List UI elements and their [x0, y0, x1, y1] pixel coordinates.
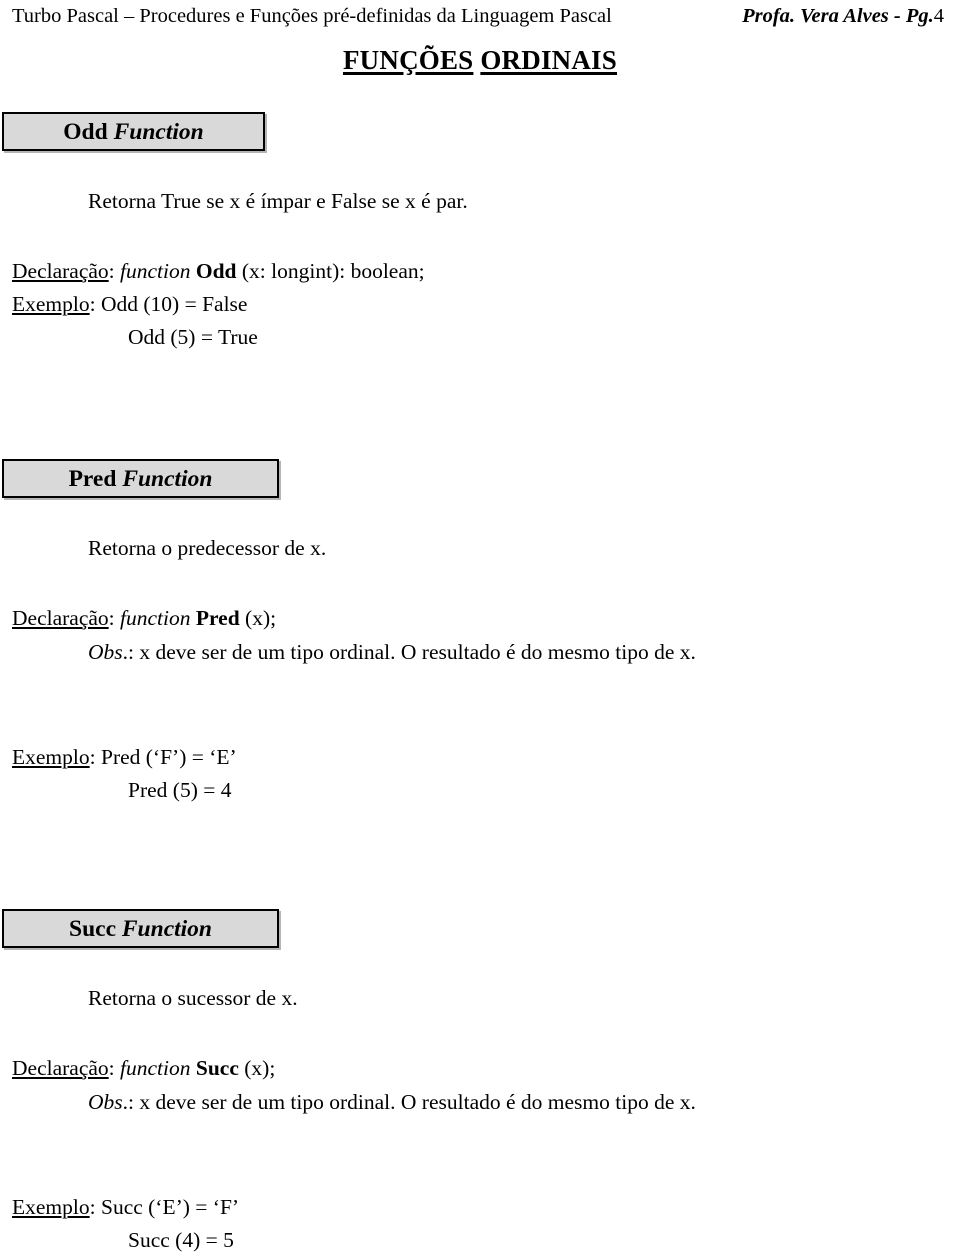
odd-example-line-1: Exemplo: Odd (10) = False — [12, 291, 247, 317]
function-name-succ: Succ — [69, 915, 116, 942]
succ-example-colon: : — [89, 1195, 101, 1219]
odd-declaration-signature: (x: longint): boolean; — [241, 259, 425, 283]
page-title-word-1: FUNÇÕES — [342, 45, 474, 75]
odd-declaration-name: Odd — [195, 259, 237, 283]
pred-example-label: Exemplo — [12, 745, 90, 769]
section-heading-label: Pred Function — [69, 466, 213, 492]
pred-declaration-keyword: function — [120, 606, 191, 630]
succ-declaration-label: Declaração — [12, 1056, 109, 1080]
section-heading-box-succ: Succ Function — [2, 909, 279, 948]
odd-example-colon: : — [89, 292, 101, 316]
succ-declaration-colon: : — [108, 1056, 121, 1080]
header-author: Profa. Vera Alves - Pg. — [742, 5, 934, 27]
succ-example-label: Exemplo — [12, 1195, 90, 1219]
succ-declaration-name: Succ — [195, 1056, 239, 1080]
pred-declaration-label: Declaração — [12, 606, 109, 630]
succ-example-line-1: Exemplo: Succ (‘E’) = ‘F’ — [12, 1194, 239, 1220]
function-name-odd: Odd — [63, 118, 108, 145]
odd-declaration-colon: : — [108, 259, 121, 283]
odd-example-line-2: Odd (5) = True — [128, 325, 258, 349]
succ-declaration-keyword: function — [120, 1056, 191, 1080]
odd-declaration-label: Declaração — [12, 259, 109, 283]
pred-description: Retorna o predecessor de x. — [88, 536, 327, 560]
succ-note-line: Obs.: x deve ser de um tipo ordinal. O r… — [88, 1089, 960, 1115]
succ-declaration-line: Declaração: function Succ (x); — [12, 1055, 275, 1081]
pred-note-line: Obs.: x deve ser de um tipo ordinal. O r… — [88, 639, 960, 665]
page-header: Turbo Pascal – Procedures e Funções pré-… — [0, 0, 960, 34]
succ-example-line-2: Succ (4) = 5 — [128, 1228, 234, 1252]
pred-declaration-colon: : — [108, 606, 121, 630]
pred-declaration-line: Declaração: function Pred (x); — [12, 605, 276, 631]
succ-note-label: Obs — [88, 1090, 123, 1114]
pred-note-label: Obs — [88, 640, 123, 664]
succ-note-text: .: x deve ser de um tipo ordinal. O resu… — [122, 1090, 696, 1114]
pred-example-value-1: Pred (‘F’) = ‘E’ — [100, 745, 237, 769]
pred-example-line-2: Pred (5) = 4 — [128, 778, 232, 802]
succ-declaration-signature: (x); — [244, 1056, 276, 1080]
succ-description: Retorna o sucessor de x. — [88, 986, 298, 1010]
pred-declaration-signature: (x); — [245, 606, 277, 630]
function-name-pred: Pred — [68, 465, 117, 492]
page-title: FUNÇÕES ORDINAIS — [0, 44, 960, 76]
odd-description: Retorna True se x é ímpar e False se x é… — [88, 189, 468, 213]
section-heading-label: Succ Function — [69, 916, 212, 942]
pred-example-colon: : — [89, 745, 101, 769]
succ-example-value-1: Succ (‘E’) = ‘F’ — [100, 1195, 240, 1219]
pred-note-text: .: x deve ser de um tipo ordinal. O resu… — [122, 640, 696, 664]
function-word-pred: Function — [122, 465, 213, 492]
function-word-odd: Function — [113, 118, 204, 145]
section-heading-label: Odd Function — [63, 119, 203, 145]
pred-declaration-name: Pred — [195, 606, 240, 630]
header-page-number: 4 — [933, 5, 944, 27]
header-author-page: Profa. Vera Alves - Pg.4 — [742, 4, 946, 28]
odd-declaration-keyword: function — [120, 259, 191, 283]
header-course-title: Turbo Pascal – Procedures e Funções pré-… — [12, 5, 612, 27]
section-heading-box-pred: Pred Function — [2, 459, 279, 498]
section-heading-box-odd: Odd Function — [2, 112, 265, 151]
pred-example-line-1: Exemplo: Pred (‘F’) = ‘E’ — [12, 744, 237, 770]
function-word-succ: Function — [121, 915, 212, 942]
page-title-word-2: ORDINAIS — [480, 45, 617, 75]
odd-example-label: Exemplo — [12, 292, 90, 316]
odd-declaration-line: Declaração: function Odd (x: longint): b… — [12, 258, 425, 284]
odd-example-value-1: Odd (10) = False — [100, 292, 248, 316]
